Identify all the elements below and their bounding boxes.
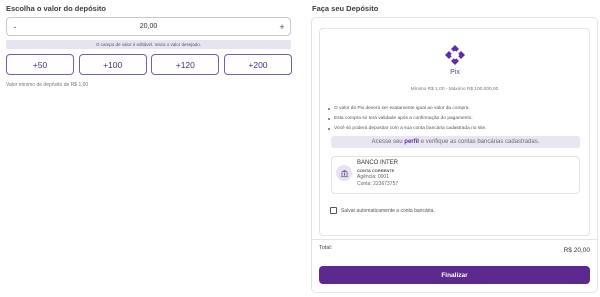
save-bank-row[interactable]: Salvar automaticamente a conta bancária. [330, 207, 435, 214]
quick-amounts: +50 +100 +120 +200 [6, 54, 292, 75]
save-bank-label: Salvar automaticamente a conta bancária. [341, 207, 435, 214]
pix-rules: O valor do Pix deverá ser exatamente igu… [327, 104, 487, 134]
perfil-banner: Acesse seu perfil e verifique as contas … [331, 136, 580, 148]
rule-item: O valor do Pix deverá ser exatamente igu… [327, 104, 487, 114]
perfil-link[interactable]: perfil [404, 139, 419, 145]
make-deposit-title: Faça seu Depósito [312, 4, 379, 13]
editable-hint: O campo de valor é editável. Insira o va… [6, 40, 291, 49]
total-label: Total: [319, 245, 333, 251]
bank-name: BANCO INTER [357, 160, 399, 166]
rule-item: Esta compra só terá validade após a conf… [327, 114, 487, 124]
pix-icon [445, 45, 465, 65]
amount-input[interactable]: 20,00 [23, 23, 274, 30]
deposit-value-title: Escolha o valor do depósito [6, 4, 107, 13]
bank-icon [336, 165, 352, 181]
perfil-suffix: e verifique as contas bancárias cadastra… [418, 139, 540, 145]
divider [311, 239, 598, 240]
bank-agency: Agência: 0001 [357, 174, 389, 180]
quick-amount-50-button[interactable]: +50 [6, 54, 74, 75]
amount-stepper[interactable]: - 20,00 + [6, 17, 291, 36]
pix-label: Pix [450, 69, 460, 76]
deposit-limits: Mínimo R$ 1,00 - Máximo R$ 100.000,00 [410, 87, 499, 92]
rule-item: Você só poderá depositar com a sua conta… [327, 124, 487, 134]
bank-account-type: CONTA CORRENTE [357, 168, 395, 173]
finalize-button[interactable]: Finalizar [319, 266, 590, 284]
perfil-prefix: Acesse seu [371, 139, 405, 145]
quick-amount-100-button[interactable]: +100 [78, 54, 147, 75]
save-bank-checkbox[interactable] [330, 207, 337, 214]
min-value-text: Valor mínimo de depósito de R$ 1,00 [6, 82, 89, 88]
quick-amount-120-button[interactable]: +120 [151, 54, 220, 75]
decrement-button[interactable]: - [7, 22, 23, 32]
increment-button[interactable]: + [274, 22, 290, 32]
bank-account-number: Conta: 223673757 [357, 181, 399, 187]
total-value: R$ 20,00 [563, 247, 590, 254]
quick-amount-200-button[interactable]: +200 [223, 54, 292, 75]
